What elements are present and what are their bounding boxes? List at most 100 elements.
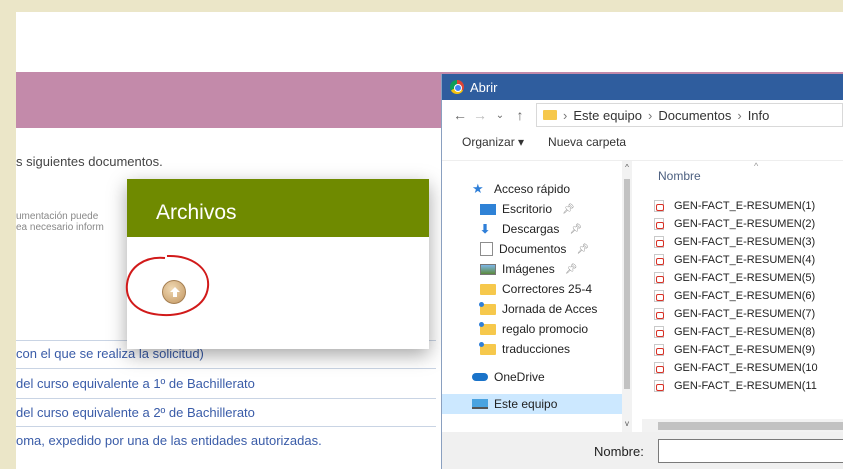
pin-icon[interactable]: 📌︎ — [562, 204, 575, 215]
chevron-right-icon: › — [737, 107, 742, 123]
file-row[interactable]: GEN-FACT_E-RESUMEN(4) — [654, 251, 815, 268]
dialog-titlebar[interactable]: Abrir — [442, 74, 843, 100]
nav-item-label: Jornada de Acces — [502, 302, 598, 316]
nav-item-label: Descargas — [502, 222, 560, 236]
file-row[interactable]: GEN-FACT_E-RESUMEN(8) — [654, 323, 815, 340]
pin-icon[interactable]: 📌︎ — [569, 224, 582, 235]
file-open-dialog: Abrir ← → ⌄ ↑ › Este equipo › Documentos… — [441, 74, 843, 469]
nav-item-this-pc[interactable]: Este equipo — [442, 394, 632, 414]
nav-item-label: Correctores 25-4 — [502, 282, 593, 296]
document-list-item[interactable]: del curso equivalente a 2º de Bachillera… — [16, 405, 255, 420]
file-name: GEN-FACT_E-RESUMEN(5) — [674, 271, 816, 284]
file-row[interactable]: GEN-FACT_E-RESUMEN(9) — [654, 341, 815, 358]
nav-item-label: Documentos — [499, 242, 567, 256]
this-pc-icon — [472, 399, 488, 409]
nav-item-desktop[interactable]: Escritorio 📌︎ — [480, 199, 575, 219]
file-name: GEN-FACT_E-RESUMEN(7) — [674, 307, 816, 320]
pin-icon[interactable]: 📌︎ — [576, 244, 589, 255]
folder-icon — [479, 341, 496, 355]
pdf-file-icon — [654, 235, 664, 248]
pdf-file-icon — [654, 289, 664, 302]
file-name: GEN-FACT_E-RESUMEN(11 — [674, 379, 817, 392]
file-row[interactable]: GEN-FACT_E-RESUMEN(6) — [654, 287, 815, 304]
nav-item-label: Imágenes — [502, 262, 555, 276]
desktop-icon — [480, 203, 496, 215]
pdf-file-icon — [654, 361, 664, 374]
file-row[interactable]: GEN-FACT_E-RESUMEN(5) — [654, 269, 815, 286]
annotation-circle — [125, 254, 210, 317]
nav-item-downloads[interactable]: ⬇ Descargas 📌︎ — [480, 219, 582, 239]
nav-item-documents[interactable]: Documentos 📌︎ — [480, 239, 589, 259]
navigation-pane: ★ Acceso rápido Escritorio 📌︎ ⬇ Descarga… — [442, 161, 632, 433]
note-line-2: ea necesario inform — [16, 222, 104, 233]
up-arrow-icon[interactable]: ↑ — [510, 107, 530, 123]
list-divider — [16, 398, 436, 399]
filename-input[interactable] — [658, 439, 843, 463]
file-name: GEN-FACT_E-RESUMEN(10 — [674, 361, 818, 374]
documents-icon — [480, 242, 493, 256]
back-arrow-icon[interactable]: ← — [450, 107, 470, 123]
folder-icon — [480, 283, 496, 295]
file-row[interactable]: GEN-FACT_E-RESUMEN(7) — [654, 305, 815, 322]
pin-icon[interactable]: 📌︎ — [565, 264, 578, 275]
pdf-file-icon — [654, 271, 664, 284]
nav-item-label: Escritorio — [502, 202, 553, 216]
file-list: ^ Nombre GEN-FACT_E-RESUMEN(1) GEN-FACT_… — [642, 161, 843, 433]
file-list-hscrollbar[interactable] — [642, 419, 843, 433]
pdf-file-icon — [654, 253, 664, 266]
sort-caret-icon: ^ — [754, 161, 759, 171]
folder-icon — [479, 321, 496, 335]
nav-item-folder[interactable]: Jornada de Acces — [479, 299, 598, 319]
file-row[interactable]: GEN-FACT_E-RESUMEN(3) — [654, 233, 815, 250]
chevron-right-icon: › — [648, 107, 653, 123]
scroll-thumb[interactable] — [624, 179, 630, 389]
file-name: GEN-FACT_E-RESUMEN(6) — [674, 289, 816, 302]
file-row[interactable]: GEN-FACT_E-RESUMEN(10 — [654, 359, 818, 376]
window-top-band — [0, 0, 843, 12]
scroll-thumb[interactable] — [658, 422, 843, 430]
breadcrumb-item[interactable]: Documentos — [658, 108, 731, 123]
nav-item-label: OneDrive — [494, 370, 545, 384]
nav-item-folder[interactable]: traducciones — [479, 339, 570, 359]
pdf-file-icon — [654, 217, 664, 230]
recent-dropdown-icon[interactable]: ⌄ — [490, 110, 510, 121]
nav-scrollbar[interactable]: ^ v — [622, 161, 632, 433]
breadcrumb-item[interactable]: Este equipo — [573, 108, 642, 123]
chevron-right-icon: › — [563, 107, 568, 123]
address-bar[interactable]: › Este equipo › Documentos › Info — [536, 103, 843, 127]
dialog-navbar: ← → ⌄ ↑ › Este equipo › Documentos › Inf… — [442, 100, 843, 130]
file-name: GEN-FACT_E-RESUMEN(1) — [674, 199, 816, 212]
file-name: GEN-FACT_E-RESUMEN(3) — [674, 235, 816, 248]
nav-item-quick-access[interactable]: ★ Acceso rápido — [472, 179, 570, 199]
list-divider — [16, 368, 436, 369]
dialog-content: ★ Acceso rápido Escritorio 📌︎ ⬇ Descarga… — [442, 160, 843, 433]
organize-button[interactable]: Organizar ▾ — [462, 135, 524, 149]
nav-item-onedrive[interactable]: OneDrive — [472, 367, 545, 387]
forward-arrow-icon[interactable]: → — [470, 107, 490, 123]
file-name: GEN-FACT_E-RESUMEN(4) — [674, 253, 816, 266]
pdf-file-icon — [654, 343, 664, 356]
new-folder-button[interactable]: Nueva carpeta — [548, 135, 626, 149]
breadcrumb-item[interactable]: Info — [748, 108, 770, 123]
nav-item-folder[interactable]: regalo promocio — [479, 319, 589, 339]
pdf-file-icon — [654, 325, 664, 338]
nav-item-pictures[interactable]: Imágenes 📌︎ — [480, 259, 577, 279]
nav-item-label: regalo promocio — [502, 322, 589, 336]
file-row[interactable]: GEN-FACT_E-RESUMEN(1) — [654, 197, 815, 214]
pictures-icon — [480, 263, 496, 275]
dialog-title: Abrir — [470, 79, 498, 95]
file-row[interactable]: GEN-FACT_E-RESUMEN(2) — [654, 215, 815, 232]
column-header-name[interactable]: Nombre — [658, 169, 701, 183]
intro-text: s siguientes documentos. — [16, 154, 163, 169]
document-list-item[interactable]: del curso equivalente a 1º de Bachillera… — [16, 376, 255, 391]
folder-icon — [543, 110, 557, 120]
scroll-up-icon[interactable]: ^ — [622, 163, 632, 172]
pdf-file-icon — [654, 199, 664, 212]
document-list-item[interactable]: oma, expedido por una de las entidades a… — [16, 433, 322, 448]
file-row[interactable]: GEN-FACT_E-RESUMEN(11 — [654, 377, 817, 394]
pdf-file-icon — [654, 379, 664, 392]
scroll-down-icon[interactable]: v — [622, 419, 632, 428]
nav-item-folder[interactable]: Correctores 25-4 — [480, 279, 592, 299]
filename-label: Nombre: — [594, 444, 644, 459]
pdf-file-icon — [654, 307, 664, 320]
